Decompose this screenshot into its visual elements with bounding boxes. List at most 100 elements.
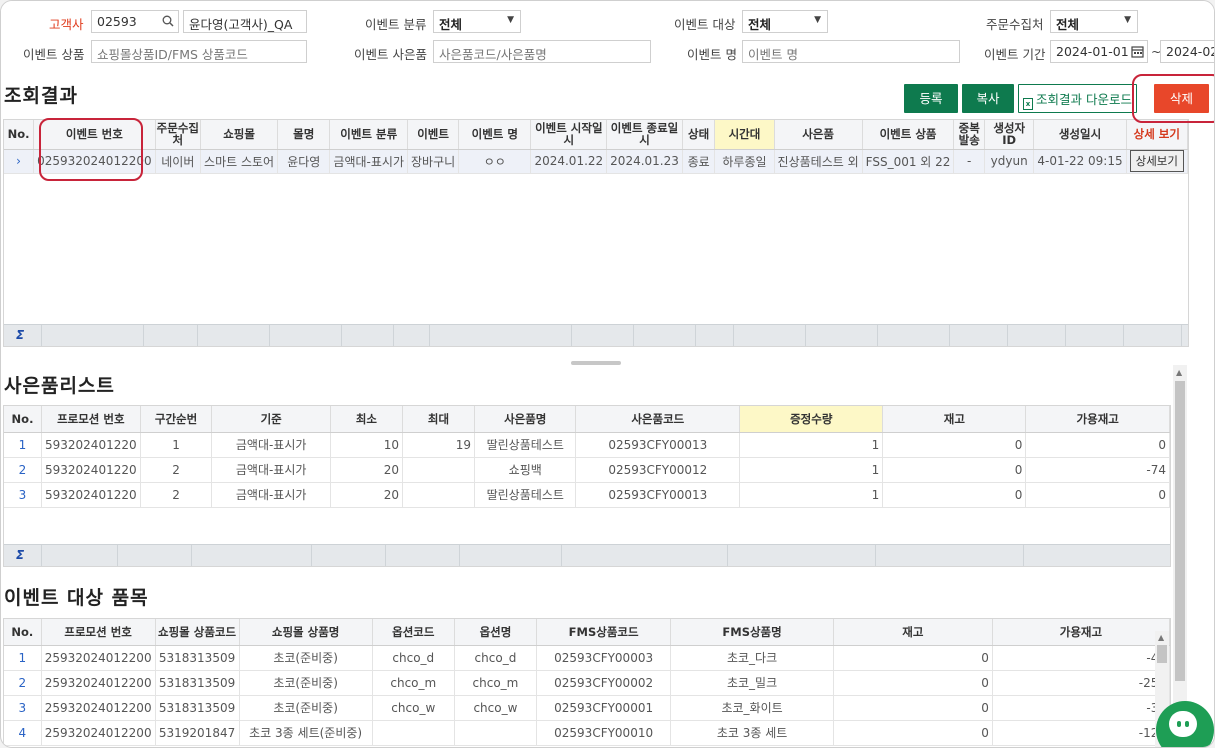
cell-created-at[interactable]: 4-01-22 09:15 bbox=[1033, 149, 1127, 174]
cell-fms-code[interactable]: 02593CFY00002 bbox=[536, 670, 672, 696]
col-event-category[interactable]: 이벤트 분류 bbox=[329, 120, 408, 150]
cell-criteria[interactable]: 금액대-표시가 bbox=[211, 432, 331, 458]
cell-min[interactable]: 20 bbox=[330, 457, 403, 483]
col-gift-qty[interactable]: 증정수량 bbox=[739, 406, 884, 433]
cell-fms-name[interactable]: 초코 3종 세트 bbox=[670, 720, 834, 746]
cell-stock[interactable]: 0 bbox=[882, 482, 1027, 508]
cell-fms-code[interactable]: 02593CFY00001 bbox=[536, 695, 672, 721]
table-row[interactable]: 3 25932024012200 5318313509 초코(준비중) chco… bbox=[4, 695, 1170, 721]
col-promotion-number[interactable]: 프로모션 번호 bbox=[41, 406, 141, 433]
cell-fms-code[interactable]: 02593CFY00010 bbox=[536, 720, 672, 746]
search-icon[interactable] bbox=[162, 15, 174, 27]
panel-splitter-handle[interactable] bbox=[571, 361, 621, 365]
col-event-target[interactable]: 이벤트 bbox=[407, 120, 460, 150]
col-promotion-number[interactable]: 프로모션 번호 bbox=[41, 619, 156, 646]
cell-promotion-number[interactable]: 25932024012200 bbox=[41, 645, 156, 671]
cell-option-code[interactable] bbox=[372, 720, 455, 746]
cell-stock[interactable]: 0 bbox=[833, 670, 993, 696]
col-fms-name[interactable]: FMS상품명 bbox=[670, 619, 834, 646]
scrollbar-thumb[interactable] bbox=[1157, 645, 1167, 663]
cell-event-category[interactable]: 금액대-표시가 bbox=[329, 149, 408, 174]
col-min[interactable]: 최소 bbox=[330, 406, 403, 433]
event-name-input[interactable]: 이벤트 명 bbox=[742, 40, 960, 63]
cell-fms-name[interactable]: 초코_다크 bbox=[670, 645, 834, 671]
cell-mall-name[interactable]: 윤다영 bbox=[277, 149, 331, 174]
cell-mall-product-code[interactable]: 5318313509 bbox=[155, 645, 240, 671]
table-row[interactable]: 1 25932024012200 5318313509 초코(준비중) chco… bbox=[4, 645, 1170, 671]
cell-max[interactable]: 19 bbox=[402, 432, 476, 458]
cell-creator-id[interactable]: ydyun bbox=[984, 149, 1035, 174]
col-time-slot[interactable]: 시간대 bbox=[714, 120, 775, 150]
cell-stock[interactable]: 0 bbox=[882, 432, 1027, 458]
cell-gift-name[interactable]: 딸린상품테스트 bbox=[474, 482, 577, 508]
cell-option-code[interactable]: chco_w bbox=[372, 695, 455, 721]
table-row[interactable]: 3 593202401220 2 금액대-표시가 20 딸린상품테스트 0259… bbox=[4, 482, 1170, 508]
cell-fms-name[interactable]: 초코_밀크 bbox=[670, 670, 834, 696]
cell-event-target[interactable]: 장바구니 bbox=[407, 149, 460, 174]
cell-promotion-number[interactable]: 593202401220 bbox=[41, 457, 141, 483]
cell-event-start[interactable]: 2024.01.22 bbox=[530, 149, 608, 174]
event-target-select[interactable]: 전체 ▼ bbox=[742, 10, 828, 33]
col-available-stock[interactable]: 가용재고 bbox=[1025, 406, 1170, 433]
row-expand-icon[interactable]: › bbox=[4, 149, 35, 174]
cell-mall[interactable]: 스마트 스토어 bbox=[200, 149, 279, 174]
cell-option-name[interactable]: chco_m bbox=[454, 670, 538, 696]
chat-button[interactable] bbox=[1156, 701, 1214, 747]
col-gift-code[interactable]: 사은품코드 bbox=[575, 406, 741, 433]
scrollbar-thumb[interactable] bbox=[1175, 381, 1185, 681]
col-event-end[interactable]: 이벤트 종료일시 bbox=[606, 120, 683, 150]
cell-promotion-number[interactable]: 25932024012200 bbox=[41, 720, 156, 746]
cell-range-seq[interactable]: 2 bbox=[140, 482, 213, 508]
col-option-name[interactable]: 옵션명 bbox=[454, 619, 538, 646]
cell-promotion-number[interactable]: 25932024012200 bbox=[41, 670, 156, 696]
copy-button[interactable]: 복사 bbox=[962, 84, 1014, 113]
cell-gift-code[interactable]: 02593CFY00013 bbox=[575, 482, 741, 508]
cell-event-name[interactable]: ㅇㅇ bbox=[458, 149, 532, 174]
cell-event-product[interactable]: FSS_001 외 22 bbox=[862, 149, 955, 174]
cell-event-end[interactable]: 2024.01.23 bbox=[606, 149, 683, 174]
cell-gift-qty[interactable]: 1 bbox=[739, 482, 884, 508]
period-end-input[interactable]: 2024-02- bbox=[1160, 40, 1214, 63]
cell-mall-product-code[interactable]: 5318313509 bbox=[155, 670, 240, 696]
col-criteria[interactable]: 기준 bbox=[211, 406, 331, 433]
col-mall-product-code[interactable]: 쇼핑몰 상품코드 bbox=[155, 619, 240, 646]
vertical-scrollbar[interactable]: ▲ bbox=[1173, 365, 1187, 747]
col-gift[interactable]: 사은품 bbox=[774, 120, 863, 150]
col-option-code[interactable]: 옵션코드 bbox=[372, 619, 455, 646]
cell-duplicate-send[interactable]: - bbox=[953, 149, 985, 174]
scroll-up-icon[interactable]: ▲ bbox=[1176, 368, 1182, 377]
col-fms-code[interactable]: FMS상품코드 bbox=[536, 619, 672, 646]
cell-mall-product-name[interactable]: 초코(준비중) bbox=[239, 670, 373, 696]
gift-input[interactable]: 사은품코드/사은품명 bbox=[433, 40, 651, 63]
cell-status[interactable]: 종료 bbox=[682, 149, 716, 174]
cell-range-seq[interactable]: 1 bbox=[140, 432, 213, 458]
col-mall[interactable]: 쇼핑몰 bbox=[200, 120, 279, 150]
cell-gift-name[interactable]: 딸린상품테스트 bbox=[474, 432, 577, 458]
cell-criteria[interactable]: 금액대-표시가 bbox=[211, 457, 331, 483]
download-results-button[interactable]: x 조회결과 다운로드 bbox=[1018, 84, 1137, 113]
col-stock[interactable]: 재고 bbox=[882, 406, 1027, 433]
cell-min[interactable]: 10 bbox=[330, 432, 403, 458]
col-max[interactable]: 최대 bbox=[402, 406, 476, 433]
col-event-start[interactable]: 이벤트 시작일시 bbox=[530, 120, 608, 150]
cell-stock[interactable]: 0 bbox=[882, 457, 1027, 483]
cell-gift-qty[interactable]: 1 bbox=[739, 457, 884, 483]
event-product-input[interactable]: 쇼핑몰상품ID/FMS 상품코드 bbox=[91, 40, 307, 63]
table-row[interactable]: 1 593202401220 1 금액대-표시가 10 19 딸린상품테스트 0… bbox=[4, 432, 1170, 458]
cell-max[interactable] bbox=[402, 457, 476, 483]
col-gift-name[interactable]: 사은품명 bbox=[474, 406, 577, 433]
cell-option-code[interactable]: chco_d bbox=[372, 645, 455, 671]
col-duplicate-send[interactable]: 중복 발송 bbox=[953, 120, 985, 150]
cell-available-stock[interactable]: -48 bbox=[992, 645, 1170, 671]
cell-promotion-number[interactable]: 593202401220 bbox=[41, 432, 141, 458]
detail-view-button[interactable]: 상세보기 bbox=[1129, 150, 1184, 172]
col-available-stock[interactable]: 가용재고 bbox=[992, 619, 1170, 646]
cell-available-stock[interactable]: -253 bbox=[992, 670, 1170, 696]
cell-stock[interactable]: 0 bbox=[833, 695, 993, 721]
cell-gift-code[interactable]: 02593CFY00012 bbox=[575, 457, 741, 483]
cell-max[interactable] bbox=[402, 482, 476, 508]
cell-available-stock[interactable]: -36 bbox=[992, 695, 1170, 721]
cell-mall-product-code[interactable]: 5318313509 bbox=[155, 695, 240, 721]
cell-min[interactable]: 20 bbox=[330, 482, 403, 508]
cell-available-stock[interactable]: -74 bbox=[1025, 457, 1170, 483]
